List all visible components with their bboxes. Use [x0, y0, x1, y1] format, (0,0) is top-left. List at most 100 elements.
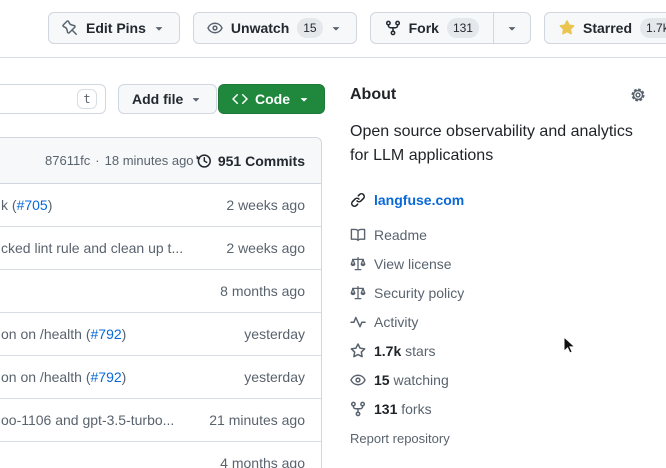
view-license-link[interactable]: View license [350, 249, 646, 278]
starred-button[interactable]: Starred 1.7k [545, 13, 666, 43]
commit-message-link[interactable]: on on /health (#792) [1, 369, 232, 385]
pin-icon [62, 20, 78, 36]
starred-label: Starred [583, 20, 632, 36]
commit-date: 2 weeks ago [226, 240, 305, 256]
chevron-down-icon [297, 92, 311, 106]
watching-link[interactable]: 15 watching [350, 365, 646, 394]
stars-count: 1.7k [374, 343, 401, 359]
add-file-label: Add file [132, 91, 183, 107]
forks-link[interactable]: 131 forks [350, 394, 646, 423]
eye-icon [350, 372, 366, 388]
commit-date: 21 minutes ago [209, 412, 305, 428]
commit-message-link[interactable]: oo-1106 and gpt-3.5-turbo... [1, 412, 197, 428]
commit-date: yesterday [244, 326, 305, 342]
commit-time: 18 minutes ago [105, 153, 194, 168]
star-icon [350, 343, 366, 359]
issue-link[interactable]: #792 [91, 369, 122, 385]
issue-link[interactable]: #705 [17, 197, 48, 213]
chevron-down-icon [189, 92, 203, 106]
fork-dropdown-button[interactable] [494, 13, 530, 43]
go-to-file-input[interactable]: t [0, 84, 106, 114]
activity-label: Activity [374, 314, 418, 330]
gear-icon [630, 87, 646, 103]
link-icon [350, 192, 366, 208]
law-icon [350, 256, 366, 272]
commit-message-link[interactable]: k (#705) [1, 197, 214, 213]
commit-message-link[interactable]: on on /health (#792) [1, 326, 232, 342]
security-policy-link[interactable]: Security policy [350, 278, 646, 307]
about-settings-button[interactable] [630, 87, 646, 103]
fork-icon [350, 401, 366, 417]
commit-history-link[interactable]: 951 Commits [196, 153, 305, 169]
code-label: Code [255, 91, 290, 107]
issue-link[interactable]: #792 [91, 326, 122, 342]
repo-action-toolbar: Edit Pins Unwatch 15 Fork 131 Starred [48, 12, 666, 44]
star-split-button: Starred 1.7k [544, 12, 666, 44]
table-row: on on /health (#792) yesterday [0, 313, 321, 356]
book-icon [350, 227, 366, 243]
commits-count-label: 951 Commits [218, 153, 305, 169]
github-repo-page: Edit Pins Unwatch 15 Fork 131 Starred [0, 0, 666, 468]
chevron-down-icon [505, 21, 519, 35]
about-sidebar: About Open source observability and anal… [350, 86, 646, 446]
commit-message-text: on on /health ( [1, 369, 91, 385]
star-filled-icon [559, 20, 575, 36]
report-repository-link[interactable]: Report repository [350, 431, 646, 446]
commit-date: 4 months ago [220, 455, 305, 468]
commit-message-text: cked lint rule and clean up t... [1, 240, 183, 256]
commit-date: yesterday [244, 369, 305, 385]
watching-label: watching [393, 372, 448, 388]
table-row: k (#705) 2 weeks ago [0, 184, 321, 227]
commit-message-text: oo-1106 and gpt-3.5-turbo... [1, 412, 174, 428]
commit-message-suffix: ) [122, 369, 127, 385]
forks-count: 131 [374, 401, 397, 417]
stars-label: stars [405, 343, 435, 359]
security-policy-label: Security policy [374, 285, 464, 301]
fork-icon [385, 20, 401, 36]
about-title: About [350, 86, 396, 104]
eye-icon [207, 20, 223, 36]
chevron-down-icon [329, 21, 343, 35]
stars-link[interactable]: 1.7k stars [350, 336, 646, 365]
forks-label: forks [401, 401, 431, 417]
website-link[interactable]: langfuse.com [374, 192, 464, 208]
table-row: on on /health (#792) yesterday [0, 356, 321, 399]
repo-description: Open source observability and analytics … [350, 120, 646, 168]
commit-message-link[interactable]: cked lint rule and clean up t... [1, 240, 214, 256]
chevron-down-icon [152, 21, 166, 35]
pulse-icon [350, 314, 366, 330]
commit-date: 2 weeks ago [226, 197, 305, 213]
fork-split-button: Fork 131 [370, 12, 531, 44]
unwatch-button[interactable]: Unwatch 15 [193, 12, 357, 44]
law-icon [350, 285, 366, 301]
commit-message-suffix: ) [48, 197, 53, 213]
history-icon [196, 153, 212, 169]
watchers-count-badge: 15 [297, 18, 322, 38]
edit-pins-button[interactable]: Edit Pins [48, 12, 180, 44]
latest-commit-bar: 87611fc · 18 minutes ago 951 Commits [0, 138, 321, 184]
fork-label: Fork [409, 20, 439, 36]
fork-count-badge: 131 [447, 18, 479, 38]
add-file-button[interactable]: Add file [118, 84, 217, 114]
commit-message-suffix: ) [122, 326, 127, 342]
website-row: langfuse.com [350, 192, 646, 208]
table-row: cked lint rule and clean up t... 2 weeks… [0, 227, 321, 270]
readme-label: Readme [374, 227, 427, 243]
keyboard-shortcut-hint: t [77, 89, 97, 109]
table-row: 4 months ago [0, 442, 321, 468]
view-license-label: View license [374, 256, 452, 272]
header-divider [0, 57, 666, 58]
commit-meta: 87611fc · 18 minutes ago [45, 153, 194, 168]
code-icon [232, 91, 248, 107]
code-button[interactable]: Code [218, 84, 325, 114]
activity-link[interactable]: Activity [350, 307, 646, 336]
commit-hash-link[interactable]: 87611fc [45, 153, 90, 168]
about-links-list: Readme View license Security policy Acti… [350, 220, 646, 423]
fork-button[interactable]: Fork 131 [371, 13, 493, 43]
table-row: 8 months ago [0, 270, 321, 313]
unwatch-label: Unwatch [231, 20, 289, 36]
file-table: 87611fc · 18 minutes ago 951 Commits k (… [0, 137, 322, 468]
table-row: oo-1106 and gpt-3.5-turbo... 21 minutes … [0, 399, 321, 442]
commit-meta-separator: · [95, 153, 99, 168]
readme-link[interactable]: Readme [350, 220, 646, 249]
